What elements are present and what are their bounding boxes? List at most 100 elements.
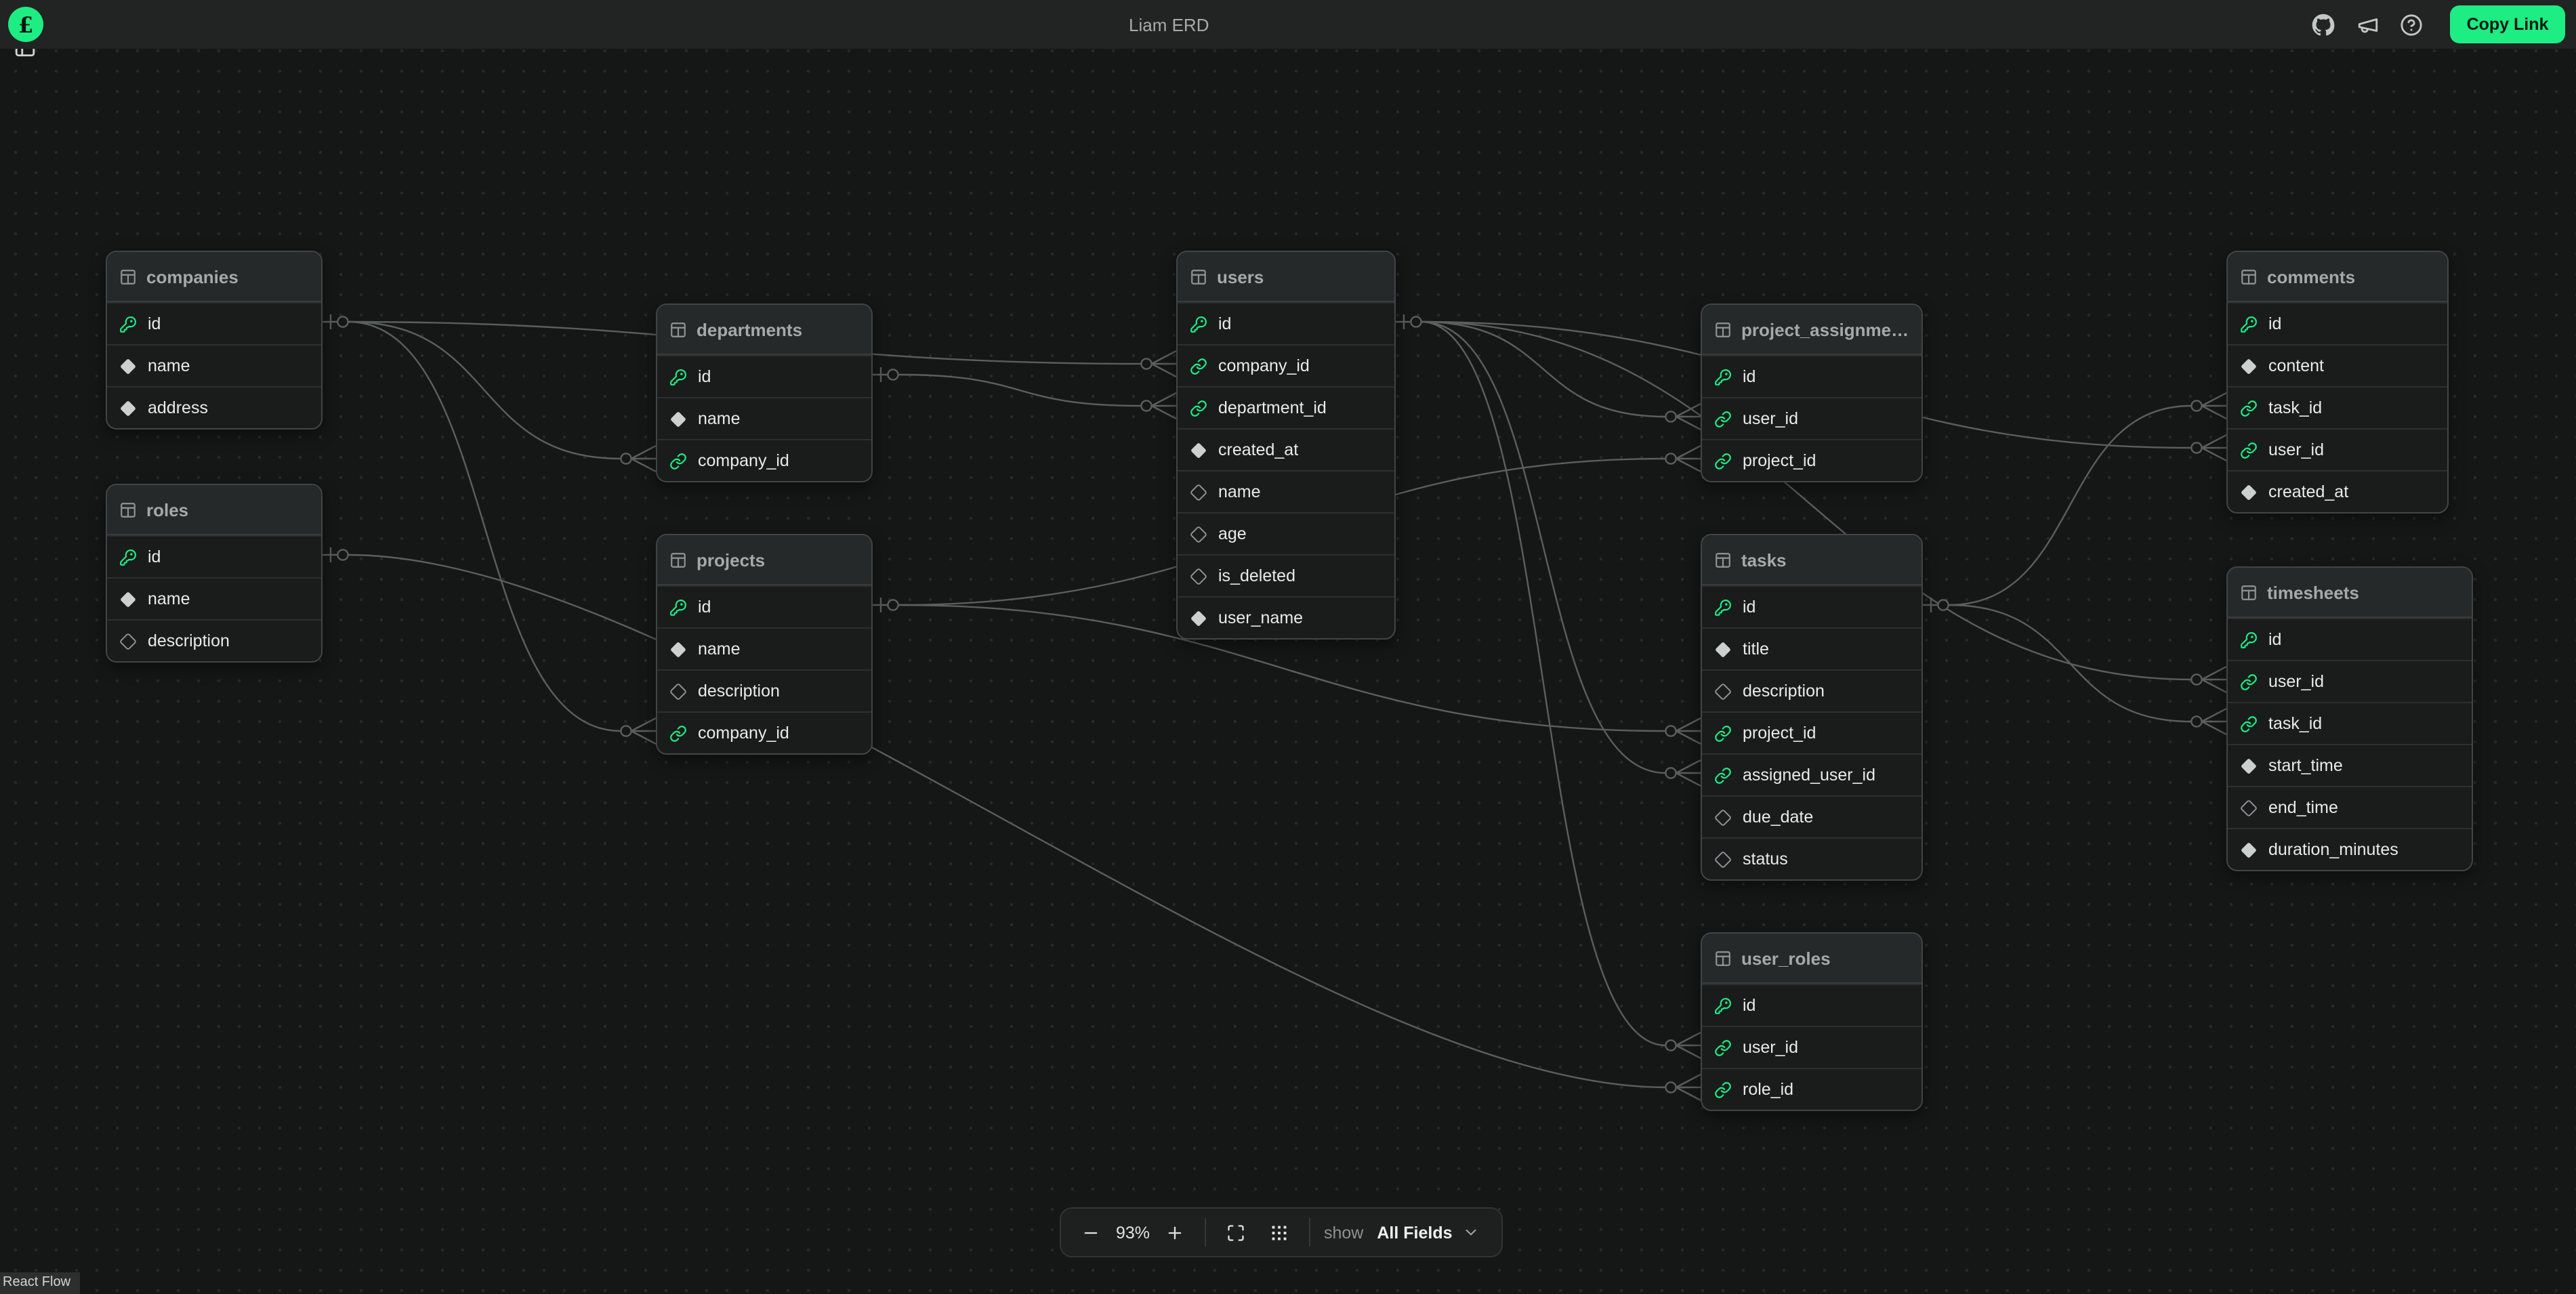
column-row[interactable]: id xyxy=(1702,355,1921,397)
table-node-roles[interactable]: rolesidname description xyxy=(106,484,323,663)
column-row[interactable]: created_at xyxy=(1178,428,1394,470)
column-row[interactable]: name xyxy=(107,577,321,619)
column-row[interactable]: name xyxy=(657,397,871,439)
canvas-toolbar: 93% show All Fields xyxy=(1060,1207,1503,1257)
column-row[interactable]: id xyxy=(657,355,871,397)
diamond-outline-icon xyxy=(2240,799,2258,816)
diamond-filled-icon xyxy=(2240,841,2258,858)
link-icon xyxy=(1714,1039,1732,1056)
column-name: role_id xyxy=(1743,1080,1793,1099)
table-header[interactable]: users xyxy=(1178,252,1394,302)
zoom-in-button[interactable] xyxy=(1159,1216,1191,1249)
liam-logo-icon[interactable]: £ xyxy=(8,7,43,42)
table-node-user_roles[interactable]: user_rolesiduser_id role_id xyxy=(1701,932,1923,1111)
help-icon[interactable] xyxy=(2393,7,2428,42)
table-header[interactable]: project_assignme… xyxy=(1702,305,1921,355)
column-name: created_at xyxy=(1218,440,1298,459)
column-row[interactable]: user_id xyxy=(1702,1026,1921,1068)
table-header[interactable]: tasks xyxy=(1702,535,1921,585)
table-header[interactable]: comments xyxy=(2228,252,2447,302)
column-row[interactable]: task_id xyxy=(2228,386,2447,428)
diamond-outline-icon xyxy=(1190,483,1207,501)
tidy-up-icon[interactable] xyxy=(1263,1216,1295,1249)
column-row[interactable]: id xyxy=(1178,302,1394,344)
react-flow-attribution[interactable]: React Flow xyxy=(0,1272,80,1294)
column-name: user_id xyxy=(2268,672,2324,691)
column-row[interactable]: description xyxy=(1702,669,1921,711)
column-row[interactable]: name xyxy=(107,344,321,386)
column-row[interactable]: content xyxy=(2228,344,2447,386)
column-name: content xyxy=(2268,356,2324,375)
column-row[interactable]: company_id xyxy=(657,439,871,481)
fields-filter-dropdown[interactable]: All Fields xyxy=(1377,1223,1479,1242)
column-row[interactable]: created_at xyxy=(2228,470,2447,512)
column-row[interactable]: assigned_user_id xyxy=(1702,753,1921,795)
column-row[interactable]: end_time xyxy=(2228,786,2472,828)
table-node-users[interactable]: usersidcompany_id department_id created_at… xyxy=(1176,251,1396,640)
copy-link-button[interactable]: Copy Link xyxy=(2450,5,2565,43)
table-node-tasks[interactable]: tasks id titledescriptionproject_idassigne… xyxy=(1701,534,1923,881)
table-icon xyxy=(119,501,137,518)
table-header[interactable]: companies xyxy=(107,252,321,302)
column-row[interactable]: status xyxy=(1702,837,1921,879)
column-row[interactable]: description xyxy=(657,669,871,711)
column-row[interactable]: user_id xyxy=(2228,660,2472,702)
column-row[interactable]: company_id xyxy=(657,711,871,753)
table-node-departments[interactable]: departmentsidnamecompany_id xyxy=(656,304,873,482)
column-row[interactable]: description xyxy=(107,619,321,661)
column-row[interactable]: age xyxy=(1178,512,1394,554)
column-name: user_name xyxy=(1218,608,1303,627)
column-row[interactable]: title xyxy=(1702,627,1921,669)
erd-canvas[interactable]: companiesidnameaddressrolesidnamedescrip… xyxy=(0,49,2576,1294)
zoom-level: 93% xyxy=(1113,1223,1153,1242)
column-row[interactable]: id xyxy=(107,535,321,577)
column-name: end_time xyxy=(2268,798,2338,817)
table-node-companies[interactable]: companiesidnameaddress xyxy=(106,251,323,430)
column-name: id xyxy=(1743,367,1756,386)
table-header[interactable]: timesheets xyxy=(2228,568,2472,618)
column-row[interactable]: start_time xyxy=(2228,744,2472,786)
table-header[interactable]: roles xyxy=(107,485,321,535)
table-node-timesheets[interactable]: timesheetsid user_id task_idstart_time end_… xyxy=(2226,566,2473,871)
column-row[interactable]: department_id xyxy=(1178,386,1394,428)
fit-view-icon[interactable] xyxy=(1220,1216,1252,1249)
link-icon xyxy=(1714,410,1732,427)
table-header[interactable]: user_roles xyxy=(1702,934,1921,984)
zoom-out-button[interactable] xyxy=(1075,1216,1107,1249)
diamond-outline-icon xyxy=(1190,525,1207,543)
diamond-filled-icon xyxy=(669,640,687,658)
column-row[interactable]: duration_minutes xyxy=(2228,828,2472,870)
column-row[interactable]: is_deleted xyxy=(1178,554,1394,596)
column-row[interactable]: address xyxy=(107,386,321,428)
table-header[interactable]: projects xyxy=(657,535,871,585)
column-row[interactable]: user_id xyxy=(1702,397,1921,439)
column-name: department_id xyxy=(1218,398,1327,417)
column-row[interactable]: due_date xyxy=(1702,795,1921,837)
table-node-comments[interactable]: commentsid content task_id user_idcreated_a… xyxy=(2226,251,2449,514)
column-row[interactable]: name xyxy=(657,627,871,669)
column-row[interactable]: user_id xyxy=(2228,428,2447,470)
column-row[interactable]: name xyxy=(1178,470,1394,512)
column-row[interactable]: user_name xyxy=(1178,596,1394,638)
table-node-project_assignme[interactable]: project_assignme…id user_idproject_id xyxy=(1701,304,1923,482)
table-node-projects[interactable]: projects idnamedescriptioncompany_id xyxy=(656,534,873,755)
megaphone-icon[interactable] xyxy=(2350,7,2385,42)
column-name: task_id xyxy=(2268,398,2322,417)
column-row[interactable]: company_id xyxy=(1178,344,1394,386)
column-row[interactable]: id xyxy=(2228,618,2472,660)
link-icon xyxy=(1714,766,1732,784)
column-row[interactable]: project_id xyxy=(1702,439,1921,481)
column-name: description xyxy=(148,631,230,650)
column-row[interactable]: id xyxy=(1702,585,1921,627)
table-name: projects xyxy=(697,549,765,570)
column-row[interactable]: id xyxy=(107,302,321,344)
column-name: id xyxy=(1743,598,1756,617)
column-row[interactable]: role_id xyxy=(1702,1068,1921,1110)
table-header[interactable]: departments xyxy=(657,305,871,355)
column-row[interactable]: task_id xyxy=(2228,702,2472,744)
column-row[interactable]: id xyxy=(1702,984,1921,1026)
column-row[interactable]: id xyxy=(657,585,871,627)
github-icon[interactable] xyxy=(2305,7,2340,42)
column-row[interactable]: id xyxy=(2228,302,2447,344)
column-row[interactable]: project_id xyxy=(1702,711,1921,753)
